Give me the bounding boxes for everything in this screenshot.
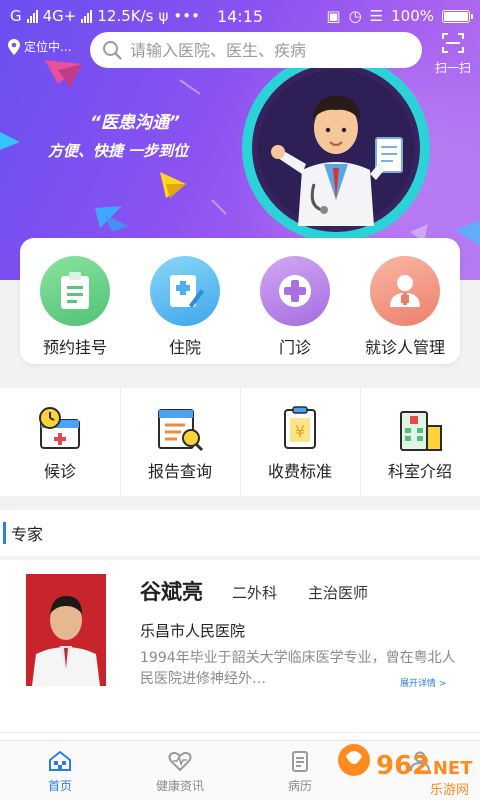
- scan-label: 扫一扫: [434, 61, 471, 75]
- watermark-suffix: .NET: [426, 758, 473, 779]
- fee-standard-icon: ¥: [284, 406, 316, 449]
- nav-label: 健康资讯: [155, 779, 204, 793]
- banner-subtitle: 方便、快捷 一步到位: [48, 142, 189, 160]
- home-icon: [49, 750, 71, 771]
- quick-actions: 预约挂号 住院 门诊 就诊人管理: [20, 238, 460, 364]
- quick-label: 预约挂号: [42, 338, 107, 357]
- watermark-brand: 962: [376, 751, 430, 781]
- watermark-logo: 962 .NET 乐游网: [338, 744, 473, 798]
- doctor-card[interactable]: 谷斌亮 二外科 主治医师 乐昌市人民医院 1994年毕业于韶关大学临床医学专业，…: [0, 560, 480, 692]
- quick-item-outpatient[interactable]: 门诊: [240, 238, 350, 364]
- service-label: 候诊: [43, 462, 76, 481]
- nav-health-news[interactable]: 健康资讯: [120, 741, 240, 800]
- expert-section-header: 专家: [0, 510, 480, 556]
- department-icon: [400, 411, 442, 451]
- clock: 14:15: [216, 6, 264, 26]
- heart-pulse-icon: [168, 751, 192, 772]
- doctor-hospital: 乐昌市人民医院: [140, 622, 246, 640]
- app-screen: G 4G+ 12.5K/s ψ ••• 14:15 ▣ ◷ ☰ 100% 定位中…: [0, 0, 480, 800]
- nav-home[interactable]: 首页: [0, 741, 120, 800]
- search-bar[interactable]: [90, 32, 422, 68]
- svg-text:¥: ¥: [295, 422, 305, 441]
- doctor-department: 二外科: [232, 584, 278, 602]
- quick-item-patient-management[interactable]: 就诊人管理: [350, 238, 460, 364]
- service-waiting[interactable]: 候诊: [0, 388, 120, 496]
- report-search-icon: [158, 409, 204, 452]
- nav-label: 首页: [47, 779, 72, 793]
- nav-label: 病历: [287, 779, 312, 793]
- section-accent-bar: [3, 522, 6, 544]
- doctor-name: 谷斌亮: [140, 580, 203, 604]
- watermark-caption: 乐游网: [430, 783, 469, 798]
- service-grid: 候诊 报告查询 ¥ 收费标准 科室介绍: [0, 388, 480, 496]
- banner-title: “医患沟通”: [90, 113, 180, 133]
- doctor-list: 谷斌亮 二外科 主治医师 乐昌市人民医院 1994年毕业于韶关大学临床医学专业，…: [0, 560, 480, 740]
- expand-details-link[interactable]: 展开详情 >: [400, 676, 446, 689]
- location-selector[interactable]: 定位中...: [8, 38, 71, 55]
- service-departments[interactable]: 科室介绍: [360, 388, 480, 496]
- header: 定位中... 扫一扫: [0, 32, 480, 80]
- clipboard-icon: [40, 256, 110, 326]
- waiting-clock-icon: [39, 407, 80, 449]
- doctor-title: 主治医师: [308, 584, 369, 602]
- service-label: 科室介绍: [387, 462, 452, 481]
- search-icon: [103, 41, 122, 60]
- section-title: 专家: [11, 525, 44, 544]
- service-report[interactable]: 报告查询: [120, 388, 240, 496]
- service-label: 报告查询: [147, 462, 212, 481]
- battery-icon: [442, 9, 473, 23]
- hospital-form-icon: [150, 256, 220, 326]
- quick-item-inpatient[interactable]: 住院: [130, 238, 240, 364]
- quick-label: 住院: [168, 338, 201, 357]
- service-fees[interactable]: ¥ 收费标准: [240, 388, 360, 496]
- scan-button[interactable]: 扫一扫: [430, 32, 476, 76]
- search-input[interactable]: [130, 40, 410, 60]
- medical-cross-icon: [260, 256, 330, 326]
- location-label: 定位中...: [24, 40, 72, 54]
- status-bar: G 4G+ 12.5K/s ψ ••• 14:15 ▣ ◷ ☰ 100%: [0, 0, 480, 32]
- doctor-photo: [26, 574, 106, 686]
- patient-icon: [370, 256, 440, 326]
- quick-label: 门诊: [278, 338, 311, 357]
- quick-label: 就诊人管理: [364, 338, 445, 357]
- location-pin-icon: [8, 38, 20, 55]
- list-divider: [0, 732, 480, 733]
- quick-item-appointment[interactable]: 预约挂号: [20, 238, 130, 364]
- medical-record-icon: [292, 751, 308, 772]
- scan-icon: [442, 33, 464, 53]
- service-label: 收费标准: [267, 462, 332, 481]
